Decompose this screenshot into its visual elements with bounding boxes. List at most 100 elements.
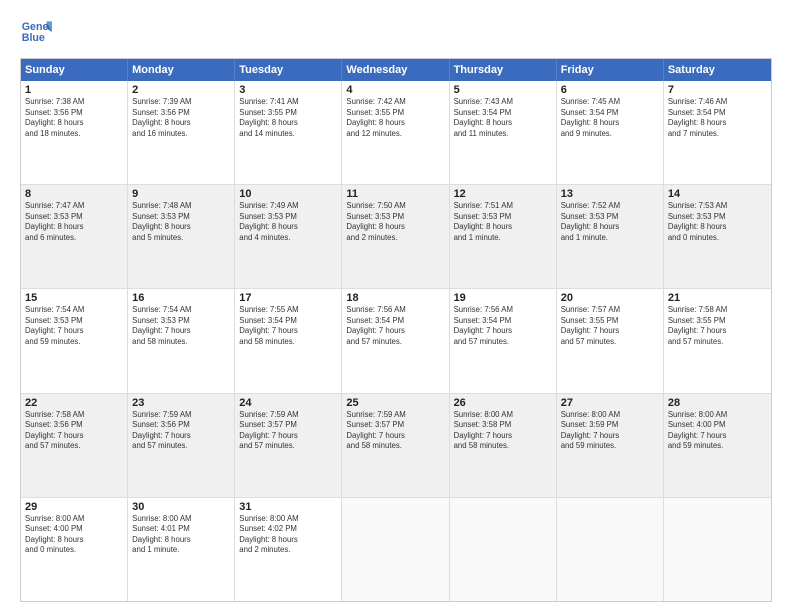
calendar-body: 1Sunrise: 7:38 AMSunset: 3:56 PMDaylight… (21, 81, 771, 601)
day-number: 5 (454, 84, 552, 96)
day-number: 15 (25, 292, 123, 304)
cell-info: Sunrise: 7:41 AMSunset: 3:55 PMDaylight:… (239, 97, 337, 139)
cell-info: Sunrise: 8:00 AMSunset: 4:01 PMDaylight:… (132, 514, 230, 556)
cal-cell: 18Sunrise: 7:56 AMSunset: 3:54 PMDayligh… (342, 289, 449, 392)
day-number: 16 (132, 292, 230, 304)
day-number: 29 (25, 501, 123, 513)
header-day-tuesday: Tuesday (235, 59, 342, 81)
cal-cell: 26Sunrise: 8:00 AMSunset: 3:58 PMDayligh… (450, 394, 557, 497)
day-number: 23 (132, 397, 230, 409)
page: General Blue SundayMondayTuesdayWednesda… (0, 0, 792, 612)
cell-info: Sunrise: 8:00 AMSunset: 3:59 PMDaylight:… (561, 410, 659, 452)
day-number: 2 (132, 84, 230, 96)
cal-cell (557, 498, 664, 601)
cal-cell: 27Sunrise: 8:00 AMSunset: 3:59 PMDayligh… (557, 394, 664, 497)
cell-info: Sunrise: 7:51 AMSunset: 3:53 PMDaylight:… (454, 201, 552, 243)
cal-row-1: 8Sunrise: 7:47 AMSunset: 3:53 PMDaylight… (21, 184, 771, 288)
cell-info: Sunrise: 7:46 AMSunset: 3:54 PMDaylight:… (668, 97, 767, 139)
header-day-saturday: Saturday (664, 59, 771, 81)
cal-cell: 1Sunrise: 7:38 AMSunset: 3:56 PMDaylight… (21, 81, 128, 184)
day-number: 25 (346, 397, 444, 409)
cal-cell: 10Sunrise: 7:49 AMSunset: 3:53 PMDayligh… (235, 185, 342, 288)
cal-cell: 3Sunrise: 7:41 AMSunset: 3:55 PMDaylight… (235, 81, 342, 184)
day-number: 7 (668, 84, 767, 96)
cal-cell: 28Sunrise: 8:00 AMSunset: 4:00 PMDayligh… (664, 394, 771, 497)
header: General Blue (20, 16, 772, 48)
cell-info: Sunrise: 8:00 AMSunset: 4:00 PMDaylight:… (25, 514, 123, 556)
calendar-header: SundayMondayTuesdayWednesdayThursdayFrid… (21, 59, 771, 81)
cal-cell: 2Sunrise: 7:39 AMSunset: 3:56 PMDaylight… (128, 81, 235, 184)
day-number: 19 (454, 292, 552, 304)
day-number: 4 (346, 84, 444, 96)
day-number: 22 (25, 397, 123, 409)
cal-cell: 5Sunrise: 7:43 AMSunset: 3:54 PMDaylight… (450, 81, 557, 184)
cal-cell: 14Sunrise: 7:53 AMSunset: 3:53 PMDayligh… (664, 185, 771, 288)
cell-info: Sunrise: 7:45 AMSunset: 3:54 PMDaylight:… (561, 97, 659, 139)
cal-cell: 7Sunrise: 7:46 AMSunset: 3:54 PMDaylight… (664, 81, 771, 184)
header-day-thursday: Thursday (450, 59, 557, 81)
cell-info: Sunrise: 8:00 AMSunset: 4:02 PMDaylight:… (239, 514, 337, 556)
day-number: 31 (239, 501, 337, 513)
day-number: 13 (561, 188, 659, 200)
cal-row-0: 1Sunrise: 7:38 AMSunset: 3:56 PMDaylight… (21, 81, 771, 184)
cal-cell: 17Sunrise: 7:55 AMSunset: 3:54 PMDayligh… (235, 289, 342, 392)
day-number: 14 (668, 188, 767, 200)
cell-info: Sunrise: 7:48 AMSunset: 3:53 PMDaylight:… (132, 201, 230, 243)
cell-info: Sunrise: 7:54 AMSunset: 3:53 PMDaylight:… (132, 305, 230, 347)
cell-info: Sunrise: 8:00 AMSunset: 4:00 PMDaylight:… (668, 410, 767, 452)
cal-cell: 22Sunrise: 7:58 AMSunset: 3:56 PMDayligh… (21, 394, 128, 497)
cal-cell: 29Sunrise: 8:00 AMSunset: 4:00 PMDayligh… (21, 498, 128, 601)
day-number: 28 (668, 397, 767, 409)
cal-row-3: 22Sunrise: 7:58 AMSunset: 3:56 PMDayligh… (21, 393, 771, 497)
cell-info: Sunrise: 7:52 AMSunset: 3:53 PMDaylight:… (561, 201, 659, 243)
cal-row-4: 29Sunrise: 8:00 AMSunset: 4:00 PMDayligh… (21, 497, 771, 601)
logo: General Blue (20, 16, 56, 48)
day-number: 9 (132, 188, 230, 200)
cell-info: Sunrise: 7:54 AMSunset: 3:53 PMDaylight:… (25, 305, 123, 347)
day-number: 26 (454, 397, 552, 409)
day-number: 10 (239, 188, 337, 200)
cell-info: Sunrise: 7:58 AMSunset: 3:55 PMDaylight:… (668, 305, 767, 347)
day-number: 18 (346, 292, 444, 304)
cal-cell: 19Sunrise: 7:56 AMSunset: 3:54 PMDayligh… (450, 289, 557, 392)
cal-cell (450, 498, 557, 601)
day-number: 1 (25, 84, 123, 96)
day-number: 17 (239, 292, 337, 304)
day-number: 12 (454, 188, 552, 200)
cell-info: Sunrise: 7:42 AMSunset: 3:55 PMDaylight:… (346, 97, 444, 139)
cell-info: Sunrise: 7:59 AMSunset: 3:56 PMDaylight:… (132, 410, 230, 452)
day-number: 8 (25, 188, 123, 200)
day-number: 20 (561, 292, 659, 304)
cal-cell: 12Sunrise: 7:51 AMSunset: 3:53 PMDayligh… (450, 185, 557, 288)
cell-info: Sunrise: 7:43 AMSunset: 3:54 PMDaylight:… (454, 97, 552, 139)
day-number: 27 (561, 397, 659, 409)
cal-row-2: 15Sunrise: 7:54 AMSunset: 3:53 PMDayligh… (21, 288, 771, 392)
cal-cell: 15Sunrise: 7:54 AMSunset: 3:53 PMDayligh… (21, 289, 128, 392)
cal-cell: 9Sunrise: 7:48 AMSunset: 3:53 PMDaylight… (128, 185, 235, 288)
cal-cell: 13Sunrise: 7:52 AMSunset: 3:53 PMDayligh… (557, 185, 664, 288)
cell-info: Sunrise: 7:50 AMSunset: 3:53 PMDaylight:… (346, 201, 444, 243)
svg-text:Blue: Blue (22, 32, 45, 44)
cal-cell: 21Sunrise: 7:58 AMSunset: 3:55 PMDayligh… (664, 289, 771, 392)
header-day-wednesday: Wednesday (342, 59, 449, 81)
cell-info: Sunrise: 7:57 AMSunset: 3:55 PMDaylight:… (561, 305, 659, 347)
header-day-friday: Friday (557, 59, 664, 81)
cell-info: Sunrise: 7:59 AMSunset: 3:57 PMDaylight:… (239, 410, 337, 452)
cell-info: Sunrise: 7:39 AMSunset: 3:56 PMDaylight:… (132, 97, 230, 139)
cell-info: Sunrise: 8:00 AMSunset: 3:58 PMDaylight:… (454, 410, 552, 452)
cal-cell: 8Sunrise: 7:47 AMSunset: 3:53 PMDaylight… (21, 185, 128, 288)
header-day-sunday: Sunday (21, 59, 128, 81)
day-number: 30 (132, 501, 230, 513)
cell-info: Sunrise: 7:58 AMSunset: 3:56 PMDaylight:… (25, 410, 123, 452)
cal-cell: 25Sunrise: 7:59 AMSunset: 3:57 PMDayligh… (342, 394, 449, 497)
cell-info: Sunrise: 7:56 AMSunset: 3:54 PMDaylight:… (346, 305, 444, 347)
cell-info: Sunrise: 7:55 AMSunset: 3:54 PMDaylight:… (239, 305, 337, 347)
cell-info: Sunrise: 7:38 AMSunset: 3:56 PMDaylight:… (25, 97, 123, 139)
day-number: 6 (561, 84, 659, 96)
day-number: 3 (239, 84, 337, 96)
cell-info: Sunrise: 7:56 AMSunset: 3:54 PMDaylight:… (454, 305, 552, 347)
day-number: 21 (668, 292, 767, 304)
cal-cell: 30Sunrise: 8:00 AMSunset: 4:01 PMDayligh… (128, 498, 235, 601)
logo-icon: General Blue (20, 16, 52, 48)
cal-cell: 23Sunrise: 7:59 AMSunset: 3:56 PMDayligh… (128, 394, 235, 497)
